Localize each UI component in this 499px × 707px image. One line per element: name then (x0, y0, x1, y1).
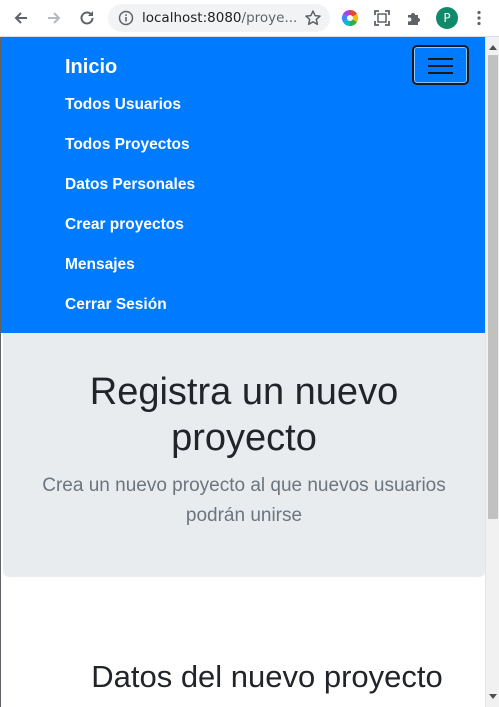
scrollbar-thumb[interactable] (488, 55, 498, 519)
scroll-up-arrow-icon[interactable] (486, 40, 499, 54)
bookmark-star-icon[interactable] (304, 9, 322, 32)
page-viewport: Inicio Todos Usuarios Todos Proyectos Da… (0, 37, 499, 707)
url-path: /proye... (241, 10, 298, 26)
browser-menu-button[interactable] (466, 5, 492, 31)
capture-frame-icon (374, 10, 390, 26)
nav-item-mensajes[interactable]: Mensajes (65, 254, 195, 294)
forward-arrow-icon (48, 12, 61, 24)
reload-button[interactable] (74, 5, 100, 31)
screenshot-extension-button[interactable] (369, 5, 395, 31)
nav-menu: Todos Usuarios Todos Proyectos Datos Per… (65, 94, 195, 334)
forward-button[interactable] (41, 5, 67, 31)
reload-icon (80, 11, 94, 25)
profile-avatar[interactable]: P (436, 7, 458, 29)
url-host: localhost:8080 (142, 10, 242, 26)
page-lead: Crea un nuevo proyecto al que nuevos usu… (42, 475, 446, 526)
navbar-brand[interactable]: Inicio (65, 56, 117, 78)
jumbotron: Registra un nuevo proyecto Crea un nuevo… (3, 333, 485, 577)
site-info-icon[interactable] (118, 10, 134, 31)
form-section-title: Datos del nuevo proyecto (91, 659, 443, 694)
navbar-toggler-button[interactable] (412, 45, 469, 85)
hamburger-icon (428, 58, 453, 60)
color-wheel-icon (341, 9, 359, 27)
nav-item-datos-personales[interactable]: Datos Personales (65, 174, 195, 214)
back-arrow-icon (14, 12, 27, 24)
nav-item-todos-usuarios[interactable]: Todos Usuarios (65, 94, 195, 134)
nav-item-crear-proyectos[interactable]: Crear proyectos (65, 214, 195, 254)
page-title: Registra un nuevo proyecto (89, 371, 399, 459)
hamburger-icon-bar (428, 72, 453, 74)
scroll-down-arrow-icon[interactable] (486, 690, 499, 704)
extensions-button[interactable] (401, 5, 427, 31)
color-extension-button[interactable] (337, 5, 363, 31)
address-bar[interactable]: localhost:8080/proye... (108, 4, 330, 32)
navbar: Inicio Todos Usuarios Todos Proyectos Da… (1, 37, 485, 333)
browser-toolbar: localhost:8080/proye... P (0, 0, 499, 37)
url-text: localhost:8080/proye... (142, 10, 300, 26)
page-content: Inicio Todos Usuarios Todos Proyectos Da… (1, 37, 485, 707)
nav-item-cerrar-sesion[interactable]: Cerrar Sesión (65, 294, 195, 334)
vertical-scrollbar[interactable] (485, 37, 499, 707)
back-button[interactable] (8, 5, 34, 31)
puzzle-icon (408, 13, 420, 25)
hamburger-icon-bar (428, 65, 453, 67)
kebab-menu-icon (477, 10, 481, 26)
nav-item-todos-proyectos[interactable]: Todos Proyectos (65, 134, 195, 174)
